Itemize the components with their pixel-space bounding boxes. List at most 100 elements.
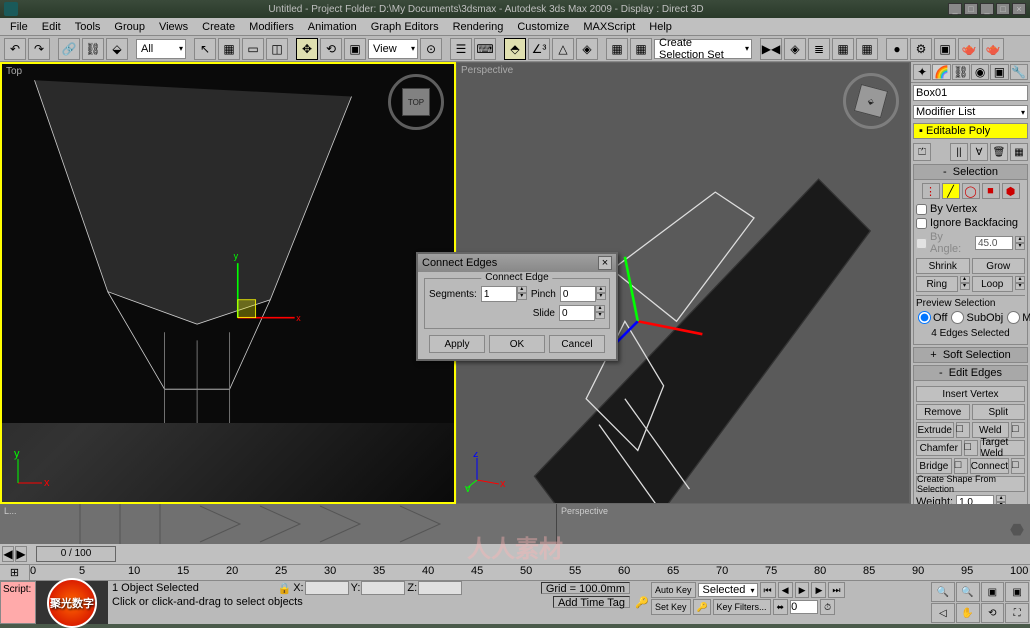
goto-end-button[interactable]: ⏭ [828,582,844,598]
key-toggle-button[interactable]: ⬌ [773,599,789,615]
redo-button[interactable]: ↷ [28,38,50,60]
menu-rendering[interactable]: Rendering [447,19,510,35]
menu-tools[interactable]: Tools [69,19,107,35]
next-frame-button[interactable]: ▶ [811,582,826,598]
preview-off-radio[interactable] [918,311,931,324]
edit-edges-rollout-head[interactable]: - Edit Edges [913,365,1028,381]
render-frame-button[interactable]: ▣ [934,38,956,60]
undo-button[interactable]: ↶ [4,38,26,60]
time-config-button[interactable]: ⏱ [820,599,835,615]
zoom-all-button[interactable]: 🔍 [956,582,980,602]
key-filters-button[interactable]: Key Filters... [713,599,771,615]
shrink-button[interactable]: Shrink [916,258,970,274]
weld-settings-button[interactable]: □ [1011,422,1025,438]
prev-frame-button[interactable]: ◀ [778,582,793,598]
selection-filter-dropdown[interactable]: All [136,39,186,59]
manipulate-button[interactable]: ☰ [450,38,472,60]
key-mode-button[interactable]: 🔑 [693,599,711,615]
insert-vertex-button[interactable]: Insert Vertex [916,386,1025,402]
menu-help[interactable]: Help [643,19,678,35]
close-button[interactable]: × [1012,3,1026,15]
modify-tab[interactable]: 🌈 [932,64,950,80]
frame-slider[interactable]: 0 / 100 [36,546,116,562]
select-button[interactable]: ↖ [194,38,216,60]
weld-button[interactable]: Weld [972,422,1010,438]
comm-center-icon[interactable]: 🔑 [634,581,650,624]
weight-input[interactable] [956,495,994,504]
target-weld-button[interactable]: Target Weld [980,440,1026,456]
configure-sets-icon[interactable]: ▦ [1010,143,1028,161]
menu-file[interactable]: File [4,19,34,35]
schematic-button[interactable]: ▦ [856,38,878,60]
create-shape-button[interactable]: Create Shape From Selection [916,476,1025,492]
timeline-next-button[interactable]: ▶ [15,546,27,562]
slide-input[interactable] [559,305,595,321]
named-sel-edit-button[interactable]: ▦ [630,38,652,60]
chamfer-button[interactable]: Chamfer [916,440,962,456]
segments-input[interactable] [481,286,517,302]
render-button[interactable]: 🫖 [982,38,1004,60]
named-sel-button[interactable]: ▦ [606,38,628,60]
menu-customize[interactable]: Customize [511,19,575,35]
viewport-top[interactable]: Top x y [0,62,456,504]
pin-stack-icon[interactable]: ⏍ [913,143,931,161]
ref-coord-dropdown[interactable]: View [368,39,418,59]
key-filter-dropdown[interactable]: Selected [698,583,758,597]
coord-z-input[interactable] [418,581,462,595]
ring-button[interactable]: Ring [916,276,958,292]
grow-button[interactable]: Grow [972,258,1026,274]
steering-wheel-icon[interactable]: ⬣ [1010,520,1024,540]
apply-button[interactable]: Apply [429,335,485,353]
select-region-button[interactable]: ▭ [242,38,264,60]
modifier-list-dropdown[interactable]: Modifier List [913,105,1028,119]
split-button[interactable]: Split [972,404,1026,420]
remove-modifier-icon[interactable]: 🗑 [990,143,1008,161]
layers-button[interactable]: ≣ [808,38,830,60]
selection-set-dropdown[interactable]: Create Selection Set [654,39,752,59]
menu-views[interactable]: Views [153,19,194,35]
menu-animation[interactable]: Animation [302,19,363,35]
scale-button[interactable]: ▣ [344,38,366,60]
timeline-prev-button[interactable]: ◀ [2,546,14,562]
curve-editor-button[interactable]: ▦ [832,38,854,60]
fov-button[interactable]: ◁ [931,603,955,623]
time-ruler[interactable]: ⊞ 05101520253035404550556065707580859095… [0,564,1030,580]
restore-button[interactable]: □ [964,3,978,15]
window-maximize-button[interactable]: □ [996,3,1010,15]
show-end-result-icon[interactable]: || [950,143,968,161]
zoom-extents-button[interactable]: ▣ [981,582,1005,602]
bridge-button[interactable]: Bridge [916,458,952,474]
preview-multi-radio[interactable] [1007,311,1020,324]
viewcube-top[interactable]: TOP [386,72,446,132]
edge-subobj-icon[interactable]: ╱ [942,183,960,199]
angle-snap-button[interactable]: ∠³ [528,38,550,60]
utilities-tab[interactable]: 🔧 [1010,64,1028,80]
extrude-button[interactable]: Extrude [916,422,954,438]
motion-tab[interactable]: ◉ [971,64,989,80]
selection-rollout-head[interactable]: - Selection [913,164,1028,180]
select-name-button[interactable]: ▦ [218,38,240,60]
spinner-snap-button[interactable]: ◈ [576,38,598,60]
play-button[interactable]: ▶ [795,582,810,598]
snap-button[interactable]: ⬘ [504,38,526,60]
coord-x-input[interactable] [305,581,349,595]
dialog-close-button[interactable]: × [598,256,612,270]
soft-selection-rollout-head[interactable]: + Soft Selection [913,347,1028,363]
keyboard-button[interactable]: ⌨ [474,38,496,60]
quick-render-button[interactable]: 🫖 [958,38,980,60]
orbit-button[interactable]: ⟲ [981,603,1005,623]
mirror-button[interactable]: ▶◀ [760,38,782,60]
coord-y-input[interactable] [361,581,405,595]
maximize-viewport-button[interactable]: ⛶ [1005,603,1029,623]
auto-key-button[interactable]: Auto Key [651,582,696,598]
loop-button[interactable]: Loop [972,276,1014,292]
timeline-config-button[interactable]: ⊞ [0,565,30,580]
minimize-button[interactable]: _ [948,3,962,15]
menu-create[interactable]: Create [196,19,241,35]
script-listener[interactable]: Script: [0,581,36,624]
menu-graph-editors[interactable]: Graph Editors [365,19,445,35]
zoom-extents-all-button[interactable]: ▣ [1005,582,1029,602]
stack-editable-poly[interactable]: ▪Editable Poly [914,124,1027,138]
unlink-button[interactable]: ⛓ [82,38,104,60]
object-name-input[interactable] [913,85,1028,101]
